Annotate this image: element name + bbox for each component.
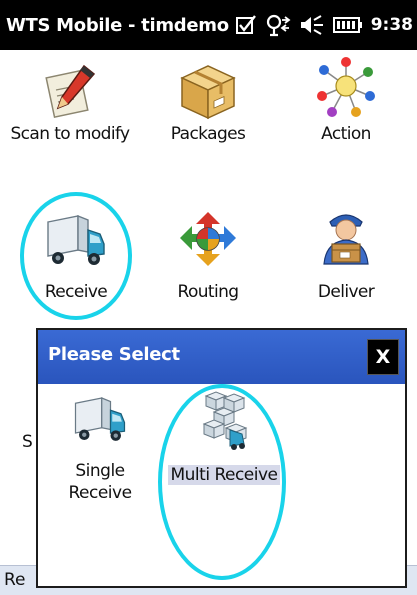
option-multi-receive[interactable]: Multi Receive	[162, 391, 286, 534]
volume-icon[interactable]	[299, 14, 325, 36]
status-text: Re	[4, 570, 26, 590]
tile-label: Action	[321, 124, 371, 144]
tile-scan-to-modify[interactable]: Scan to modify	[4, 60, 136, 160]
tile-label: Scan to modify	[10, 124, 130, 144]
tile-label: Receive	[44, 282, 108, 302]
tile-action[interactable]: Action	[280, 57, 412, 160]
package-box-icon	[180, 65, 236, 120]
window-title: WTS Mobile - timdemo	[6, 14, 229, 36]
multi-package-icon	[202, 391, 248, 450]
system-tray: 9:38	[235, 0, 413, 50]
option-label-line1: Single	[75, 461, 125, 481]
connectivity-icon[interactable]	[265, 13, 291, 37]
truck-icon	[47, 214, 105, 265]
tile-label: Routing	[177, 282, 240, 302]
checkbox-icon[interactable]	[235, 14, 257, 36]
please-select-dialog: Please Select X Single Receive Multi Rec…	[36, 328, 407, 588]
delivery-person-icon	[323, 214, 369, 265]
tile-label: Deliver	[317, 282, 375, 302]
option-label: Single Receive	[50, 460, 150, 504]
truck-icon	[74, 397, 126, 441]
background-tile-fragment: S	[22, 432, 33, 452]
routing-arrows-icon	[180, 212, 236, 266]
tile-deliver[interactable]: Deliver	[280, 212, 412, 312]
tile-packages[interactable]: Packages	[142, 60, 274, 160]
option-label-text: Multi Receive	[168, 465, 280, 485]
option-label-line2: Receive	[68, 483, 132, 503]
title-bar: WTS Mobile - timdemo 9:38	[0, 0, 417, 50]
dialog-header: Please Select X	[38, 330, 405, 384]
clock-time: 9:38	[370, 15, 413, 35]
dialog-close-button[interactable]: X	[367, 339, 399, 375]
tile-receive[interactable]: Receive	[10, 212, 142, 312]
tile-label: Packages	[170, 124, 246, 144]
option-single-receive[interactable]: Single Receive	[50, 394, 150, 534]
pencil-scan-icon	[45, 64, 96, 118]
dialog-title: Please Select	[48, 344, 180, 365]
tile-routing[interactable]: Routing	[142, 212, 274, 312]
option-label: Multi Receive	[162, 464, 286, 486]
action-molecule-icon	[317, 57, 375, 117]
dialog-body: Single Receive Multi Receive	[38, 384, 405, 586]
battery-icon[interactable]	[332, 16, 363, 34]
